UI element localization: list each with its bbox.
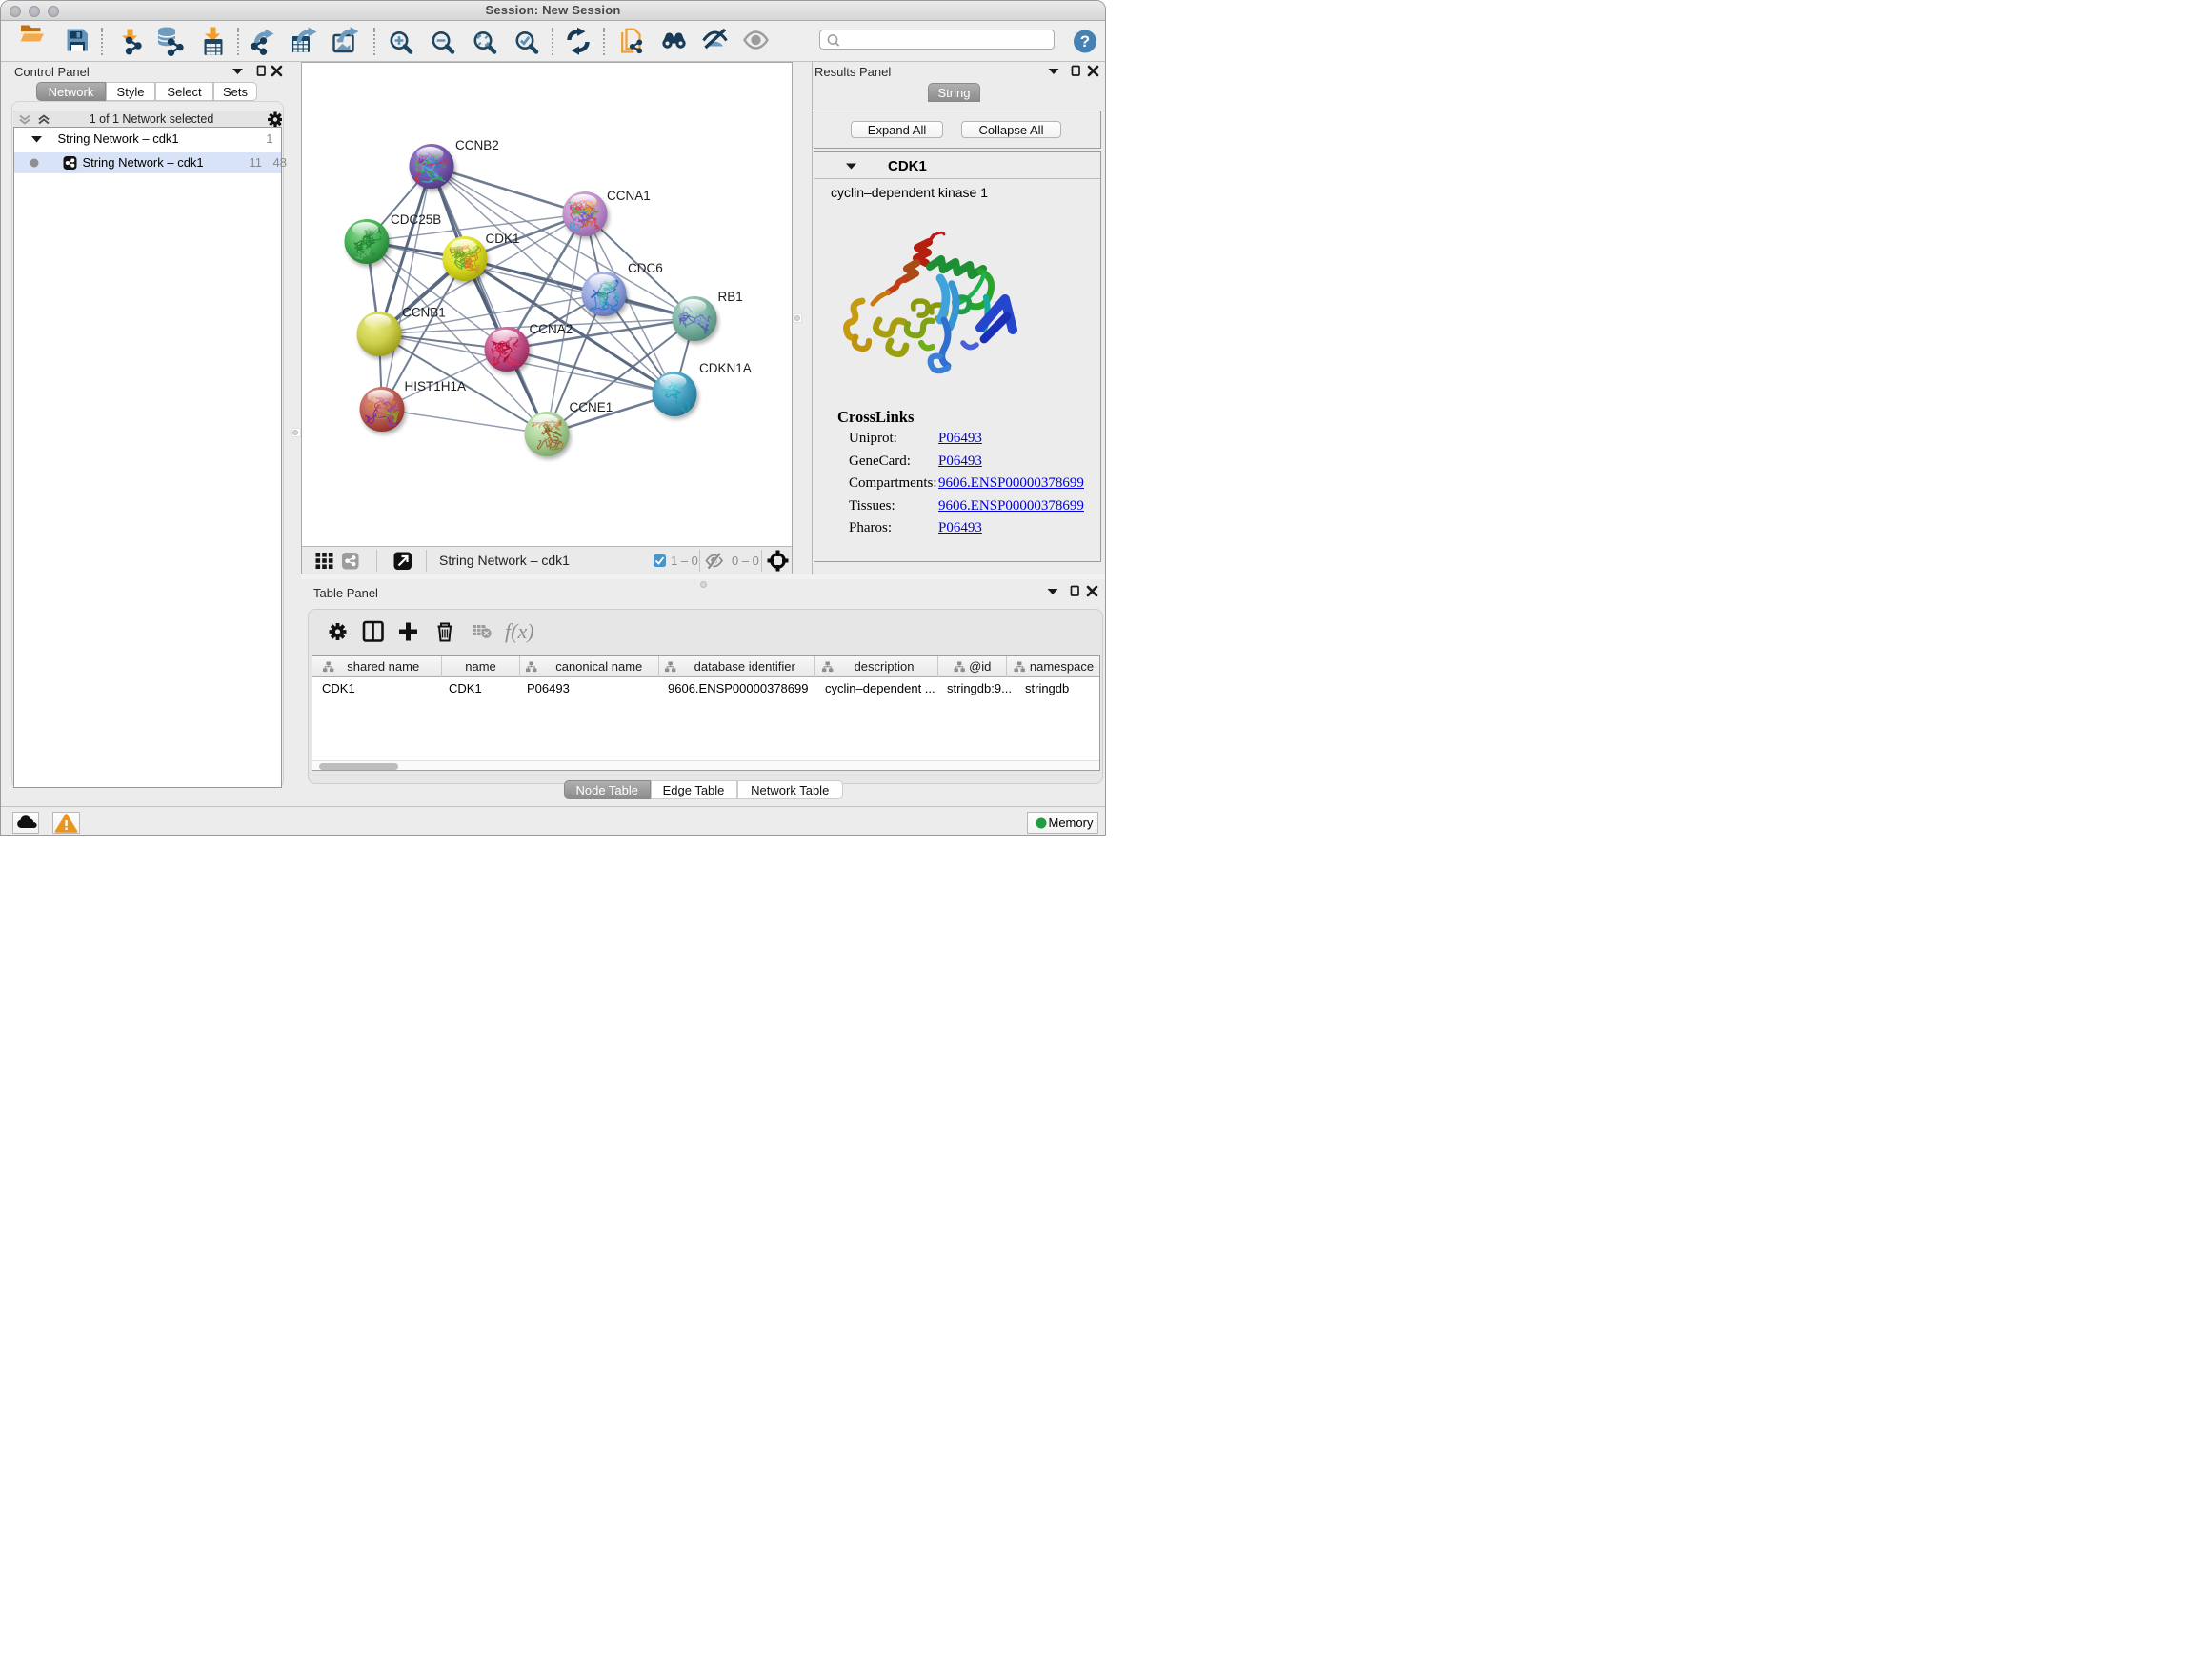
- svg-text:CCNA2: CCNA2: [530, 322, 573, 336]
- svg-text:f(x): f(x): [505, 619, 534, 643]
- svg-text:RB1: RB1: [718, 290, 743, 304]
- svg-text:CDK1: CDK1: [486, 232, 520, 246]
- svg-text:CDKN1A: CDKN1A: [699, 361, 752, 375]
- svg-text:CDC6: CDC6: [628, 261, 663, 275]
- svg-text:CCNB1: CCNB1: [402, 306, 446, 320]
- svg-text:HIST1H1A: HIST1H1A: [405, 379, 467, 393]
- svg-text:CCNE1: CCNE1: [570, 400, 613, 414]
- svg-text:?: ?: [1080, 32, 1090, 50]
- svg-text:CDC25B: CDC25B: [391, 212, 441, 227]
- svg-text:CCNB2: CCNB2: [455, 138, 499, 152]
- svg-text:CCNA1: CCNA1: [607, 189, 651, 203]
